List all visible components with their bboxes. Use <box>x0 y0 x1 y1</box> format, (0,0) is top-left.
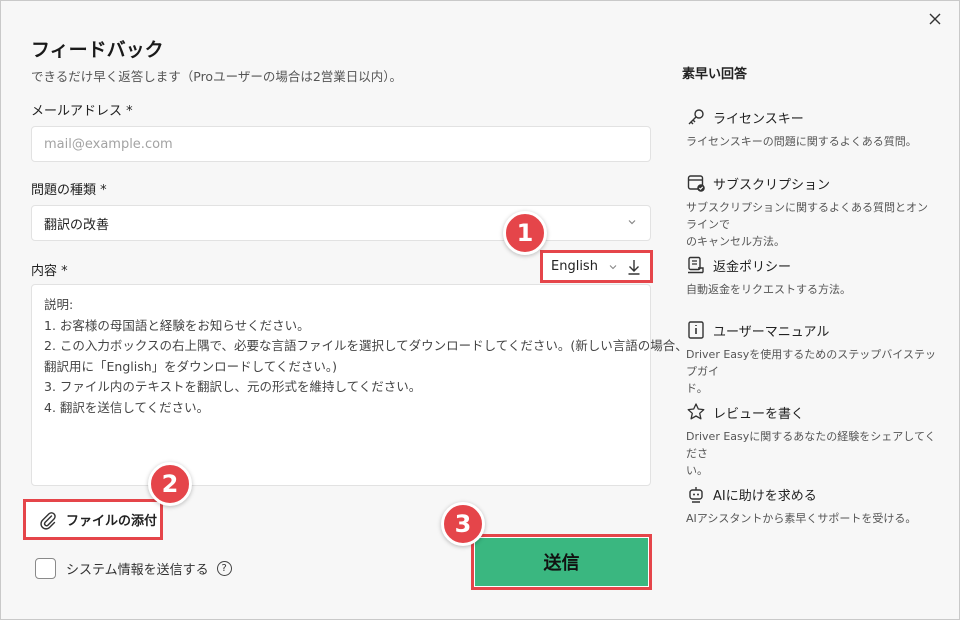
language-select[interactable]: English <box>540 250 653 283</box>
content-label: 内容 * <box>31 264 68 279</box>
attach-file-button[interactable]: ファイルの添付 <box>23 499 163 540</box>
chevron-down-icon <box>628 220 636 225</box>
quick-item-user-manual[interactable]: ユーザーマニュアル Driver Easyを使用するためのステップバイステップガ… <box>686 319 936 397</box>
quick-item-label: ユーザーマニュアル <box>713 324 830 340</box>
send-button[interactable]: 送信 <box>475 538 648 586</box>
quick-item-ai-help[interactable]: AIに助けを求める AIアシスタントから素早くサポートを受ける。 <box>686 483 936 527</box>
ai-assistant-icon <box>689 487 703 503</box>
close-icon[interactable] <box>923 7 947 31</box>
key-icon <box>688 109 704 125</box>
issue-type-label: 問題の種類 * <box>31 183 107 198</box>
content-textarea[interactable]: 説明: 1. お客様の母国語と経験をお知らせください。 2. この入力ボックスの… <box>31 284 688 486</box>
quick-item-desc: AIアシスタントから素早くサポートを受ける。 <box>686 512 917 525</box>
quick-item-desc: ド。 <box>686 382 708 395</box>
quick-item-write-review[interactable]: レビューを書く Driver Easyに関するあなたの経験をシェアしてくださ い… <box>686 401 936 479</box>
manual-icon <box>688 321 704 339</box>
issue-type-select[interactable]: 翻訳の改善 <box>31 205 651 241</box>
quick-item-desc: ライセンスキーの問題に関するよくある質問。 <box>686 135 917 148</box>
content-line: 2. この入力ボックスの右上隅で、必要な言語ファイルを選択してダウンロードしてく… <box>44 338 688 353</box>
issue-type-value: 翻訳の改善 <box>44 217 110 233</box>
content-line: 1. お客様の母国語と経験をお知らせください。 <box>44 317 310 333</box>
send-system-info-checkbox[interactable] <box>35 558 56 579</box>
quick-item-desc: Driver Easyを使用するためのステップバイステップガイ <box>686 348 936 378</box>
quick-item-label: サブスクリプション <box>713 177 831 193</box>
step-badge-3: 3 <box>441 502 485 546</box>
quick-item-label: ライセンスキー <box>713 111 804 127</box>
download-icon[interactable] <box>626 258 642 276</box>
quick-item-desc: い。 <box>686 464 708 477</box>
subscription-icon <box>687 175 705 192</box>
send-system-info-row: システム情報を送信する ? <box>35 558 232 579</box>
quick-item-label: 返金ポリシー <box>713 259 792 275</box>
quick-item-desc: サブスクリプションに関するよくある質問とオンラインで <box>686 201 928 231</box>
quick-item-label: AIに助けを求める <box>713 488 817 504</box>
feedback-dialog: フィードバック できるだけ早く返答します（Proユーザーの場合は2営業日以内）。… <box>0 0 960 620</box>
send-system-info-label: システム情報を送信する <box>66 563 209 578</box>
content-line: 説明: <box>44 297 74 312</box>
content-line: 翻訳用に「English」をダウンロードしてください。) <box>44 358 338 374</box>
chevron-down-icon <box>609 264 617 269</box>
dialog-title: フィードバック <box>31 39 164 61</box>
quick-item-desc: 自動返金をリクエストする方法。 <box>686 283 851 296</box>
send-button-highlight: 送信 <box>471 534 652 590</box>
quick-item-license-key[interactable]: ライセンスキー ライセンスキーの問題に関するよくある質問。 <box>686 106 936 150</box>
quick-item-desc: のキャンセル方法。 <box>686 235 785 248</box>
quick-item-label: レビューを書く <box>713 406 805 422</box>
email-label: メールアドレス * <box>31 104 133 119</box>
refund-icon <box>688 256 704 274</box>
step-badge-1: 1 <box>503 211 547 255</box>
help-icon[interactable]: ? <box>216 561 232 576</box>
star-icon <box>687 403 705 420</box>
email-field[interactable]: mail@example.com <box>31 126 651 162</box>
paperclip-icon <box>40 511 56 530</box>
step-badge-2: 2 <box>148 462 192 506</box>
dialog-subtitle: できるだけ早く返答します（Proユーザーの場合は2営業日以内）。 <box>31 69 403 84</box>
content-line: 4. 翻訳を送信してください。 <box>44 399 210 415</box>
content-line: 3. ファイル内のテキストを翻訳し、元の形式を維持してください。 <box>44 379 422 394</box>
quick-item-refund-policy[interactable]: 返金ポリシー 自動返金をリクエストする方法。 <box>686 254 936 298</box>
quick-item-desc: Driver Easyに関するあなたの経験をシェアしてくださ <box>686 430 936 460</box>
quick-answers-title: 素早い回答 <box>682 67 748 82</box>
quick-item-subscription[interactable]: サブスクリプション サブスクリプションに関するよくある質問とオンラインで のキャ… <box>686 172 936 250</box>
language-value: English <box>551 259 598 274</box>
attach-file-label: ファイルの添付 <box>66 514 158 529</box>
